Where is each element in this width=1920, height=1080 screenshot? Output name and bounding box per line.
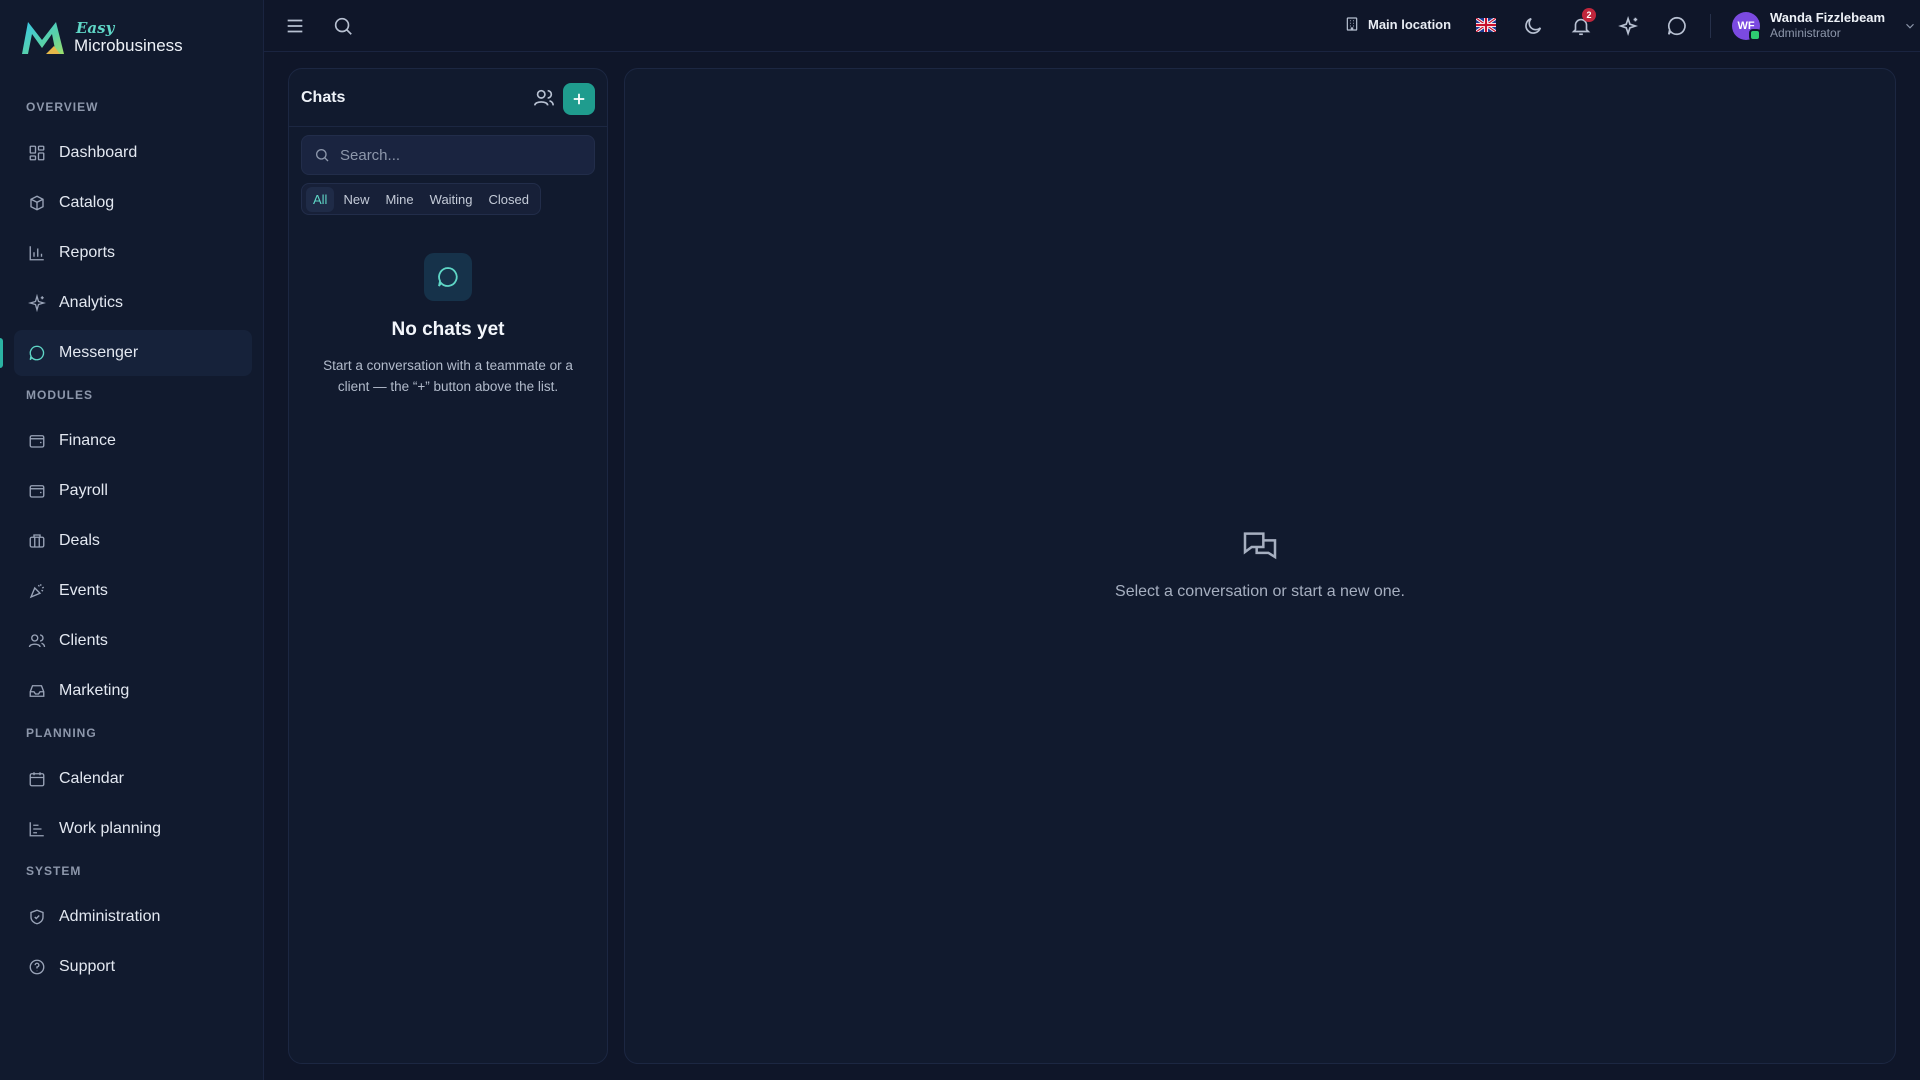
location-label: Main location [1368,16,1452,32]
chat-search-input[interactable] [340,146,580,164]
sparkles-icon [28,294,46,312]
chat-list-panel: Chats All New Mine Waiting Closed No cha… [288,68,608,1064]
user-role: Administrator [1770,26,1841,40]
inbox-icon [29,685,45,697]
sidebar-item-calendar[interactable]: Calendar [14,756,252,802]
filter-tab-all[interactable]: All [306,186,335,212]
user-name: Wanda Fizzlebeam [1770,10,1886,25]
sidebar-item-label: Reports [59,244,116,261]
sidebar-item-label: Catalog [59,194,115,211]
wallet-icon [29,435,45,448]
sidebar-item-label: Dashboard [59,144,138,161]
shield-icon [30,909,44,925]
sidebar-item-deals[interactable]: Deals [14,518,252,564]
sidebar-item-label: Events [59,582,108,599]
topbar: Main location 2 WF Wanda Fizzlebeam Admi… [264,0,1920,52]
logo-mark-icon [22,22,64,54]
nav-section-planning: PLANNING [26,726,97,740]
sidebar-item-catalog[interactable]: Catalog [14,180,252,226]
filter-tab-mine[interactable]: Mine [378,187,420,212]
chat-icon[interactable] [1666,15,1688,37]
chat-list-empty-state: No chats yet Start a conversation with a… [289,253,607,397]
calendar-icon [29,772,45,787]
moon-icon[interactable] [1522,15,1544,37]
sidebar-item-label: Calendar [59,770,124,787]
empty-chats-text: Start a conversation with a teammate or … [323,358,573,394]
sparkles-icon[interactable] [1618,15,1640,37]
message-icon [29,345,45,361]
chat-list-title: Chats [301,89,346,106]
sidebar-item-analytics[interactable]: Analytics [14,280,252,326]
sidebar-item-finance[interactable]: Finance [14,418,252,464]
chat-search [301,135,595,175]
chat-filter-tabs: All New Mine Waiting Closed [301,183,541,215]
avatar: WF [1732,11,1761,41]
user-menu[interactable]: WF Wanda Fizzlebeam Administrator [1732,10,1917,41]
location-selector[interactable]: Main location [1344,16,1451,32]
menu-icon[interactable] [284,15,306,37]
conversation-empty-state: Select a conversation or start a new one… [625,527,1895,601]
plus-icon [573,93,585,105]
brand-logo[interactable]: Easy Microbusiness [20,18,183,58]
help-icon [29,959,45,975]
nav-section-modules: MODULES [26,388,93,402]
sidebar-item-administration[interactable]: Administration [14,894,252,940]
chevron-down-icon [1906,23,1915,29]
sidebar-item-label: Clients [59,632,108,649]
message-icon [438,267,458,287]
search-icon [316,149,329,162]
topbar-divider [1710,14,1711,38]
empty-chat-badge [424,253,472,301]
empty-chats-title: No chats yet [391,319,505,340]
sidebar-item-label: Payroll [59,482,108,499]
sidebar-item-dashboard[interactable]: Dashboard [14,130,252,176]
notification-badge: 2 [1582,8,1596,22]
brand-easy: Easy [76,19,115,38]
sidebar-item-marketing[interactable]: Marketing [14,668,252,714]
sidebar-item-label: Deals [59,532,100,549]
dashboard-icon [29,145,45,161]
users-icon [28,634,46,648]
sidebar-item-label: Work planning [59,820,161,837]
sidebar-item-label: Marketing [59,682,130,699]
briefcase-icon [29,534,45,548]
wallet-icon [29,485,45,498]
sidebar-item-clients[interactable]: Clients [14,618,252,664]
nav-section-system: SYSTEM [26,864,82,878]
conversation-empty-text: Select a conversation or start a new one… [1115,583,1405,600]
conversation-icon [1243,532,1277,560]
sidebar: Easy Microbusiness OVERVIEW Dashboard Ca… [0,0,264,1080]
sidebar-item-label: Messenger [59,344,139,361]
sidebar-item-work-planning[interactable]: Work planning [14,806,252,852]
filter-tab-waiting[interactable]: Waiting [423,187,480,212]
filter-tab-new[interactable]: New [336,187,376,212]
chat-list-header: Chats [289,69,607,127]
group-chat-icon[interactable] [533,87,555,109]
sidebar-item-label: Administration [59,908,161,925]
sidebar-nav: OVERVIEW Dashboard Catalog Reports Analy… [0,100,264,994]
nav-section-overview: OVERVIEW [26,100,99,114]
sidebar-item-label: Finance [59,432,116,449]
building-icon [1346,17,1358,31]
sidebar-item-label: Support [59,958,116,975]
gantt-icon [29,822,44,837]
sidebar-item-support[interactable]: Support [14,944,252,990]
brand-name: Microbusiness [74,35,183,55]
sidebar-item-messenger[interactable]: Messenger [0,330,252,376]
sidebar-item-label: Analytics [59,294,124,311]
sidebar-item-payroll[interactable]: Payroll [14,468,252,514]
box-icon [30,195,44,211]
new-chat-button[interactable] [563,83,595,115]
search-icon[interactable] [332,15,354,37]
uk-flag-icon[interactable] [1476,18,1496,32]
party-icon [29,584,45,599]
sidebar-item-events[interactable]: Events [14,568,252,614]
conversation-panel: Select a conversation or start a new one… [624,68,1896,1064]
sidebar-item-reports[interactable]: Reports [14,230,252,276]
filter-tab-closed[interactable]: Closed [482,187,536,212]
bar-chart-icon [29,246,44,261]
